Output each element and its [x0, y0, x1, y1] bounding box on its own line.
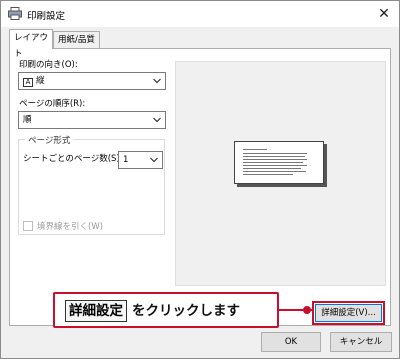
pages-per-sheet-select[interactable]: 1: [118, 151, 163, 169]
draw-borders-checkbox[interactable]: [23, 221, 33, 231]
printer-icon: [8, 7, 22, 20]
page-preview: [234, 141, 324, 184]
ok-button[interactable]: OK: [261, 332, 321, 352]
callout-key-label: 詳細設定: [65, 300, 127, 322]
pages-per-sheet-label: シートごとのページ数(S): [23, 154, 120, 164]
callout-connector: [277, 306, 315, 314]
page-order-select[interactable]: 順: [18, 111, 166, 129]
portrait-icon: A: [23, 78, 33, 87]
window-title: 印刷設定: [27, 11, 66, 22]
chevron-down-icon: [153, 78, 161, 84]
print-settings-dialog: 印刷設定 ✕ レイアウト 用紙/品質 印刷の向き(O): A縦 ページの順序(R…: [0, 0, 400, 359]
chevron-down-icon: [153, 117, 161, 123]
advanced-settings-button[interactable]: 詳細設定(V)...: [315, 304, 382, 322]
pages-per-sheet-value: 1: [123, 155, 129, 165]
cancel-button[interactable]: キャンセル: [330, 332, 392, 352]
page-order-value: 順: [23, 115, 32, 125]
callout-text: をクリックします: [132, 303, 240, 318]
page-order-label: ページの順序(R):: [19, 99, 86, 109]
tab-layout[interactable]: レイアウト: [9, 29, 53, 59]
orientation-value: 縦: [36, 76, 45, 86]
close-icon: ✕: [378, 6, 390, 22]
close-button[interactable]: ✕: [375, 5, 393, 23]
chevron-down-icon: [150, 157, 158, 163]
title-bar: 印刷設定 ✕: [1, 1, 399, 27]
group-title: ページ形式: [25, 134, 74, 146]
orientation-select[interactable]: A縦: [18, 72, 166, 90]
tab-paper-quality[interactable]: 用紙/品質: [53, 31, 100, 48]
advanced-button-highlight: 詳細設定(V)...: [312, 301, 385, 325]
draw-borders-label: 境界線を引く(W): [37, 222, 104, 232]
orientation-label: 印刷の向き(O):: [19, 60, 78, 70]
callout-instruction: 詳細設定 をクリックします: [53, 292, 279, 328]
